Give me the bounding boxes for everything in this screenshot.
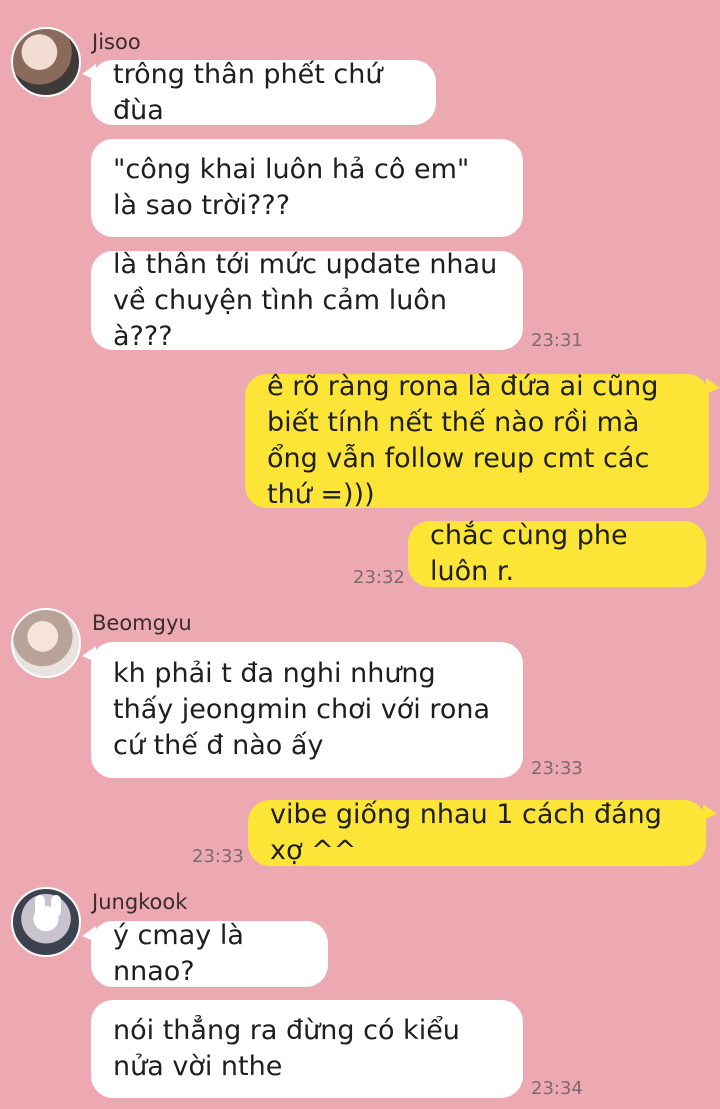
- bubble-tail: [703, 804, 717, 820]
- message-bubble-outgoing[interactable]: vibe giống nhau 1 cách đáng xợ ^^: [248, 799, 706, 866]
- message-text: là thân tới mức update nhau về chuyện tì…: [113, 248, 498, 352]
- message-timestamp: 23:34: [531, 1078, 583, 1099]
- message-text: chắc cùng phe luôn r.: [430, 520, 628, 587]
- avatar-jungkook[interactable]: [11, 887, 81, 957]
- message-text: "công khai luôn hả cô em" là sao trời???: [113, 154, 470, 221]
- message-bubble-incoming[interactable]: trông thân phết chứ đùa: [91, 59, 436, 126]
- avatar-beomgyu[interactable]: [11, 608, 81, 678]
- message-timestamp: 23:33: [192, 846, 244, 867]
- message-timestamp: 23:31: [531, 330, 583, 351]
- sender-name-jisoo: Jisoo: [92, 30, 141, 54]
- bunny-ear-decoration: [51, 895, 61, 917]
- message-bubble-incoming[interactable]: nói thẳng ra đừng có kiểu nửa vời nthe: [91, 1000, 523, 1098]
- message-text: kh phải t đa nghi nhưng thấy jeongmin ch…: [113, 658, 491, 761]
- message-bubble-incoming[interactable]: kh phải t đa nghi nhưng thấy jeongmin ch…: [91, 642, 523, 778]
- message-timestamp: 23:33: [531, 758, 583, 779]
- sender-name-jungkook: Jungkook: [92, 890, 188, 914]
- chat-thread[interactable]: Jisoo trông thân phết chứ đùa "công khai…: [0, 0, 720, 1109]
- bunny-ear-decoration: [35, 895, 45, 917]
- message-text: vibe giống nhau 1 cách đáng xợ ^^: [270, 799, 662, 866]
- message-text: ê rõ ràng rona là đứa ai cũng biết tính …: [267, 371, 659, 510]
- message-bubble-outgoing[interactable]: ê rõ ràng rona là đứa ai cũng biết tính …: [245, 371, 709, 510]
- message-text: ý cmay là nnao?: [113, 920, 244, 987]
- message-text: trông thân phết chứ đùa: [113, 58, 383, 126]
- bubble-tail: [706, 378, 720, 394]
- avatar-jisoo[interactable]: [11, 27, 81, 97]
- message-bubble-incoming[interactable]: "công khai luôn hả cô em" là sao trời???: [91, 139, 523, 237]
- sender-name-beomgyu: Beomgyu: [92, 611, 192, 635]
- message-bubble-incoming[interactable]: là thân tới mức update nhau về chuyện tì…: [91, 249, 523, 352]
- message-bubble-incoming[interactable]: ý cmay là nnao?: [91, 920, 328, 987]
- message-text: nói thẳng ra đừng có kiểu nửa vời nthe: [113, 1015, 460, 1082]
- message-timestamp: 23:32: [353, 567, 405, 588]
- message-bubble-outgoing[interactable]: chắc cùng phe luôn r.: [408, 520, 706, 587]
